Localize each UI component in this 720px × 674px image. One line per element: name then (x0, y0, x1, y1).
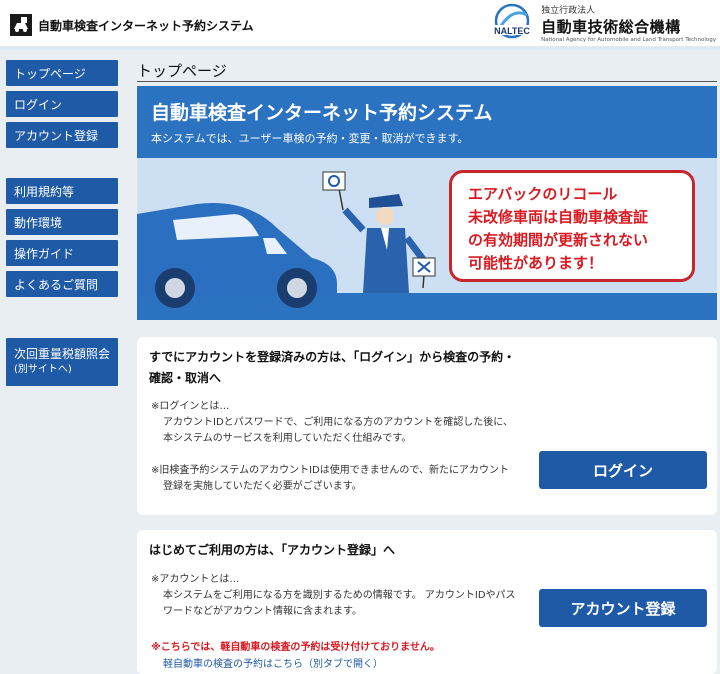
sidebar-item-guide[interactable]: 操作ガイド (6, 240, 118, 266)
alert-line: 可能性があります！ (468, 254, 604, 272)
account-note-line: ワードなどがアカウント情報に含まれます。 (163, 606, 362, 617)
sidebar-item-label: 動作環境 (14, 215, 63, 230)
app-title-text: 自動車検査インターネット予約システム (38, 18, 254, 33)
header: 自動車検査インターネット予約システム NALTEC 独立行政法人 自動車技術総合… (0, 0, 720, 48)
org-sub: 独立行政法人 (541, 6, 596, 16)
register-button[interactable]: アカウント登録 (539, 589, 707, 627)
login-note-line: アカウントIDとパスワードで、ご利用になる方のアカウントを確認した後に、 (163, 417, 513, 428)
naltec-logo-icon: NALTEC (487, 3, 538, 39)
app-logo-icon (10, 14, 32, 36)
login-card: すでにアカウントを登録済みの方は、「ログイン」から検査の予約・ 確認・取消へ ※… (137, 337, 717, 515)
sidebar-item-login[interactable]: ログイン (6, 91, 118, 117)
org-brand[interactable]: NALTEC 独立行政法人 自動車技術総合機構 National Agency … (487, 3, 716, 43)
login-button[interactable]: ログイン (539, 451, 707, 489)
account-note-title: ※アカウントとは… (151, 574, 240, 585)
sidebar-item-label: 次回重量税額照会 (14, 347, 111, 361)
naltec-logo-text: NALTEC (494, 26, 530, 36)
hero-title: 自動車検査インターネット予約システム (151, 102, 493, 124)
alert-line: 未改修車両は自動車検査証 (468, 208, 649, 226)
sidebar-item-sublabel: (別サイトへ) (14, 364, 72, 375)
login-heading-line: 確認・取消へ (149, 371, 222, 385)
sidebar-item-label: よくあるご質問 (14, 277, 99, 292)
sidebar-item-label: トップページ (14, 66, 86, 81)
org-en: National Agency for Automobile and Land … (541, 37, 716, 43)
old-account-note: ※旧検査予約システムのアカウントIDは使用できませんので、新たにアカウント 登録… (151, 463, 509, 495)
org-text: 独立行政法人 自動車技術総合機構 National Agency for Aut… (541, 3, 716, 43)
sidebar-item-environment[interactable]: 動作環境 (6, 209, 118, 235)
sidebar-item-register[interactable]: アカウント登録 (6, 122, 118, 148)
login-note: ※ログインとは… アカウントIDとパスワードで、ご利用になる方のアカウントを確認… (151, 399, 513, 447)
alert-line: エアバックのリコール (468, 185, 618, 203)
sidebar-item-faq[interactable]: よくあるご質問 (6, 271, 118, 297)
app-title[interactable]: 自動車検査インターネット予約システム (10, 14, 254, 36)
page-title: トップページ (137, 60, 717, 82)
register-card: はじめてご利用の方は、「アカウント登録」へ ※アカウントとは… 本システムをご利… (137, 530, 717, 674)
register-card-heading: はじめてご利用の方は、「アカウント登録」へ (149, 543, 396, 557)
alert-line: の有効期間が更新されない (468, 231, 649, 249)
recall-alert: エアバックのリコール 未改修車両は自動車検査証 の有効期間が更新されない 可能性… (449, 170, 695, 282)
login-card-heading: すでにアカウントを登録済みの方は、「ログイン」から検査の予約・ 確認・取消へ (149, 347, 515, 389)
sidebar-item-terms[interactable]: 利用規約等 (6, 178, 118, 204)
login-heading-line: すでにアカウントを登録済みの方は、「ログイン」から検査の予約・ (149, 350, 516, 364)
sidebar-item-label: ログイン (14, 97, 63, 112)
sidebar-item-label: 利用規約等 (14, 184, 75, 199)
org-name: 自動車技術総合機構 (541, 18, 681, 36)
sidebar-item-label: 操作ガイド (14, 246, 75, 261)
account-note: ※アカウントとは… 本システムをご利用になる方を識別するための情報です。 アカウ… (151, 572, 516, 620)
sidebar-item-label: アカウント登録 (14, 128, 99, 143)
kei-warning: ※こちらでは、軽自動車の検査の予約は受け付けておりません。 (151, 642, 440, 653)
login-note-title: ※ログインとは… (151, 401, 230, 412)
sidebar-item-tax-inquiry[interactable]: 次回重量税額照会 (別サイトへ) (6, 338, 118, 386)
sidebar-item-top[interactable]: トップページ (6, 60, 118, 86)
login-note-line: 本システムのサービスを利用していただく仕組みです。 (163, 433, 412, 444)
old-account-note-line: ※旧検査予約システムのアカウントIDは使用できませんので、新たにアカウント (151, 465, 510, 476)
account-note-line: 本システムをご利用になる方を識別するための情報です。 アカウントIDやパス (163, 590, 516, 601)
hero-banner: 自動車検査インターネット予約システム 本システムでは、ユーザー車検の予約・変更・… (137, 86, 717, 320)
hero-subtitle: 本システムでは、ユーザー車検の予約・変更・取消ができます。 (151, 132, 469, 145)
old-account-note-line: 登録を実施していただく必要がございます。 (163, 481, 362, 492)
kei-reservation-link[interactable]: 軽自動車の検査の予約はこちら（別タブで開く） (163, 655, 383, 670)
